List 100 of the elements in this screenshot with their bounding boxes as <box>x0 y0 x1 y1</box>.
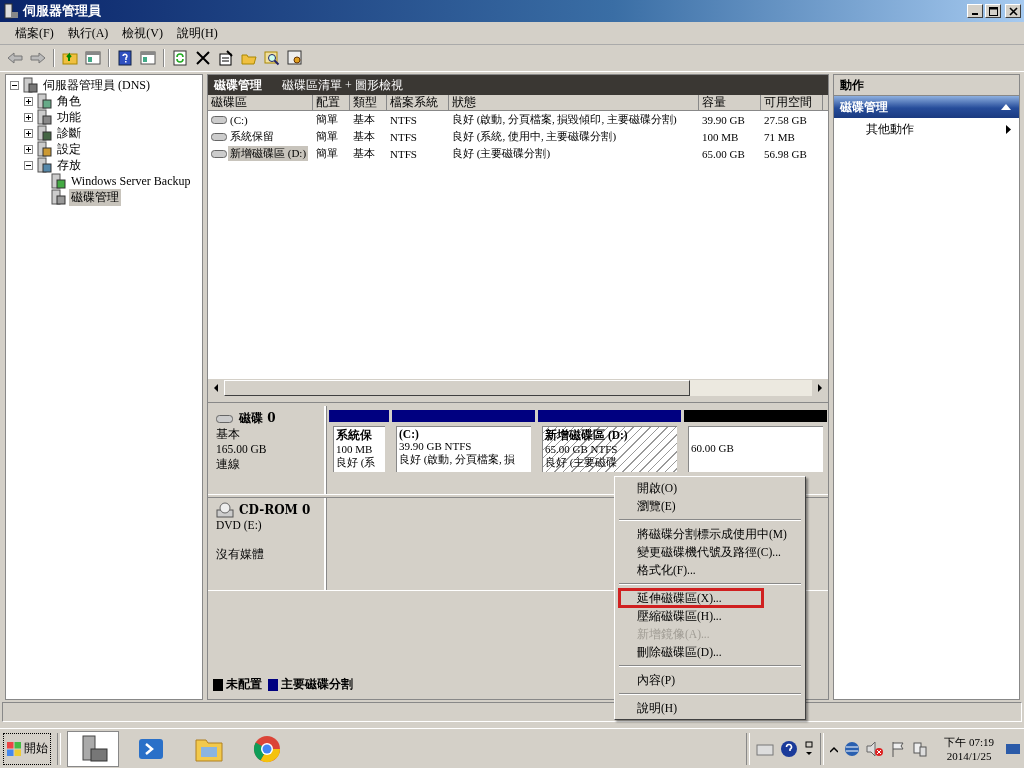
table-cell[interactable]: 系統保留 <box>228 129 276 144</box>
restore-icon <box>988 6 998 16</box>
disk-status: 沒有媒體 <box>216 547 265 562</box>
expand-icon[interactable] <box>24 128 33 138</box>
computer-icon <box>36 125 52 141</box>
collapse-arrow-icon[interactable] <box>1001 104 1011 110</box>
chevron-up-icon[interactable] <box>830 744 839 753</box>
legend-label: 未配置 <box>226 676 262 693</box>
column-header[interactable]: 可用空間 <box>761 95 823 110</box>
column-header[interactable]: 容量 <box>699 95 761 110</box>
restore-icon[interactable] <box>804 739 815 758</box>
clock-date: 2014/1/25 <box>946 750 992 762</box>
column-header[interactable]: 配置 <box>313 95 350 110</box>
scroll-bar[interactable] <box>208 379 828 396</box>
menu-item[interactable]: 開啟(O) <box>619 479 801 497</box>
table-cell[interactable]: (C:) <box>228 113 250 126</box>
tree-item[interactable]: 角色 <box>55 92 83 110</box>
server-icon <box>3 3 19 19</box>
collapse-icon[interactable] <box>10 80 19 90</box>
server-icon <box>22 77 38 93</box>
cd-drive-icon <box>216 502 234 518</box>
partition-name: 新增磁碟區 (D:) <box>545 428 629 443</box>
menu-item[interactable]: 檢視(V) <box>115 24 170 42</box>
menu-item[interactable]: 壓縮磁碟區(H)... <box>619 607 801 625</box>
column-header[interactable]: 磁碟區 <box>208 95 313 110</box>
tree-item[interactable]: 功能 <box>55 108 83 126</box>
disk-name: 磁碟 0 <box>239 410 276 427</box>
scroll-thumb[interactable] <box>224 380 690 396</box>
menu-item[interactable]: 執行(A) <box>60 24 116 42</box>
table-cell-text: 簡單 <box>315 112 339 127</box>
expand-icon[interactable] <box>24 144 33 154</box>
tree-item[interactable]: 設定 <box>55 140 83 158</box>
disk-info: 165.00 GB <box>216 442 268 457</box>
expand-icon[interactable] <box>24 96 33 106</box>
partition-info: 100 MB <box>336 443 374 456</box>
table-cell-text: 56.98 GB <box>763 147 808 160</box>
menu-item[interactable]: 內容(P) <box>619 671 801 689</box>
start-button[interactable]: 開始 <box>3 732 51 765</box>
scroll-right-icon[interactable] <box>812 380 828 396</box>
column-header[interactable]: 狀態 <box>449 95 699 110</box>
restore-button[interactable] <box>985 4 1001 18</box>
disk-label-panel[interactable]: 磁碟 0 基本 165.00 GB 連線 <box>208 406 326 494</box>
flag-icon[interactable] <box>890 740 907 757</box>
server-manager-icon[interactable] <box>67 730 119 767</box>
column-header[interactable]: 類型 <box>350 95 387 110</box>
disk-label-panel[interactable]: CD-ROM 0 DVD (E:) 沒有媒體 <box>208 498 326 590</box>
menu-item[interactable]: 變更磁碟機代號及路徑(C)... <box>619 543 801 561</box>
menu-item[interactable]: 說明(H) <box>170 24 225 42</box>
table-cell-text: 簡單 <box>315 129 339 144</box>
computer-icon <box>36 141 52 157</box>
minimize-icon <box>972 13 978 15</box>
tree-item[interactable]: Windows Server Backup <box>69 173 193 189</box>
partition-info: 良好 (主要磁碟 <box>545 456 619 469</box>
table-cell-text: 65.00 GB <box>701 147 746 160</box>
minimize-button[interactable] <box>967 4 983 18</box>
show-desktop-button[interactable] <box>1006 743 1020 754</box>
menu-item[interactable]: 檔案(F) <box>8 24 61 42</box>
computer-icon <box>36 109 52 125</box>
submenu-arrow-icon <box>1006 125 1011 134</box>
tree-item[interactable]: 磁碟管理 <box>69 188 121 206</box>
table-cell-text: 基本 <box>352 146 376 161</box>
tree-item[interactable]: 診斷 <box>55 124 83 142</box>
help-icon[interactable] <box>780 739 799 758</box>
clock-time: 下午 07:19 <box>944 735 994 750</box>
expand-icon[interactable] <box>24 112 33 122</box>
close-button[interactable] <box>1005 4 1021 18</box>
backup-icon <box>50 173 66 189</box>
menu-item[interactable]: 瀏覽(E) <box>619 497 801 515</box>
partition-info: 良好 (系 <box>336 456 377 469</box>
pane-title: 磁碟管理 <box>214 76 262 94</box>
partition-name: (C:) <box>399 428 420 440</box>
view-title: 磁碟區清單 + 圖形檢視 <box>282 76 403 94</box>
partition-name: 系統保 <box>336 428 373 443</box>
action-link[interactable]: 其他動作 <box>866 121 914 138</box>
globe-icon[interactable] <box>844 740 861 757</box>
disk-info: 基本 <box>216 427 241 442</box>
menu-item[interactable]: 延伸磁碟區(X)... <box>619 589 763 607</box>
actions-header: 動作 <box>834 75 1019 96</box>
network-icon[interactable] <box>912 740 929 757</box>
table-cell-text: 27.58 GB <box>763 113 808 126</box>
table-cell-text: 簡單 <box>315 146 339 161</box>
menu-item[interactable]: 將磁碟分割標示成使用中(M) <box>619 525 801 543</box>
partition-info: 39.90 GB NTFS <box>399 440 473 453</box>
muted-speaker-icon[interactable] <box>866 740 885 757</box>
disk-info: DVD (E:) <box>216 518 263 533</box>
table-cell-text: 39.90 GB <box>701 113 746 126</box>
collapse-icon[interactable] <box>24 160 33 170</box>
partition-info: 良好 (啟動, 分頁檔案, 損 <box>399 453 517 466</box>
tree-item[interactable]: 存放 <box>55 156 83 174</box>
menu-item[interactable]: 格式化(F)... <box>619 561 801 579</box>
actions-section-header[interactable]: 磁碟管理 <box>834 96 1019 118</box>
scroll-left-icon[interactable] <box>208 380 224 396</box>
menu-item[interactable]: 刪除磁碟區(D)... <box>619 643 801 661</box>
table-cell[interactable]: 新增磁碟區 (D:) <box>228 146 309 161</box>
tree-item[interactable]: 伺服器管理員 (DNS) <box>41 76 152 94</box>
table-cell-text: 良好 (主要磁碟分割) <box>451 146 552 161</box>
window-title: 伺服器管理員 <box>23 2 102 20</box>
clock[interactable]: 下午 07:19 2014/1/25 <box>944 735 994 762</box>
menu-item[interactable]: 說明(H) <box>619 699 801 717</box>
column-header[interactable]: 檔案系統 <box>387 95 449 110</box>
